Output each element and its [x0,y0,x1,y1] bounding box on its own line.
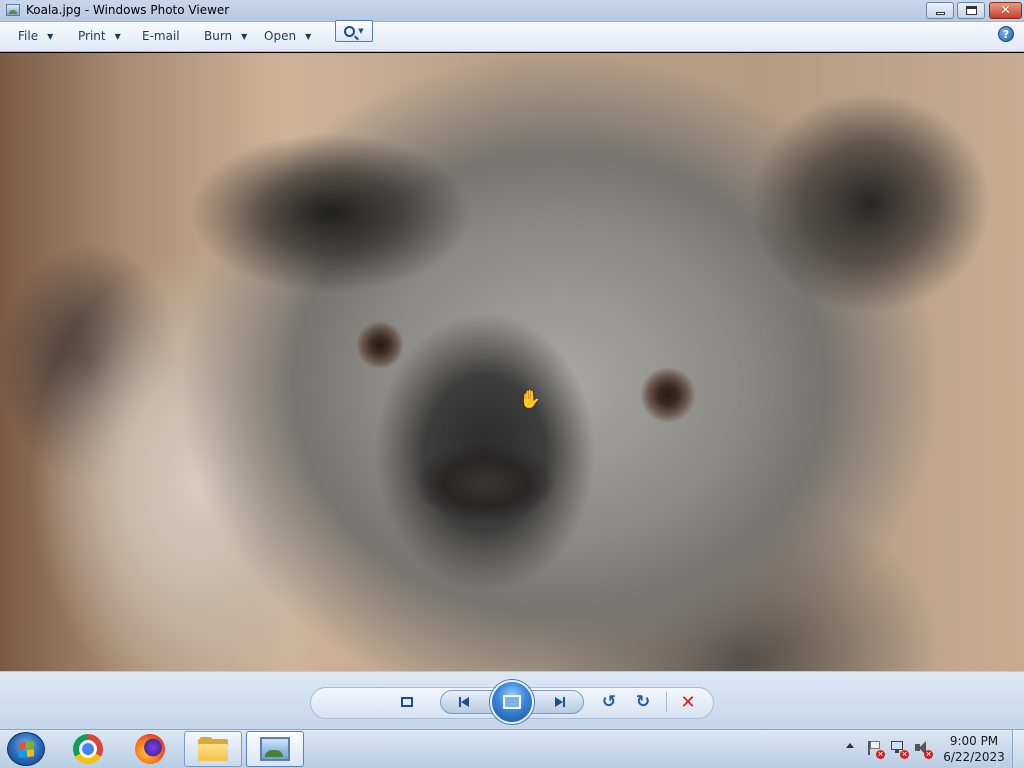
maximize-button[interactable] [957,2,985,19]
menu-print[interactable]: Print ▼ [78,29,121,43]
next-button[interactable] [548,692,572,712]
chevron-down-icon: ▼ [114,31,121,41]
start-button[interactable] [7,732,45,766]
restore-icon [965,6,977,15]
previous-button[interactable] [452,692,476,712]
slideshow-icon [503,695,521,709]
minimize-button[interactable] [926,2,954,19]
koala-photo[interactable]: ✋ [0,53,1024,671]
previous-icon [459,697,469,707]
menu-open-label: Open [264,29,297,43]
rotate-clockwise-icon: ↻ [635,692,651,712]
firefox-taskbar-button[interactable] [133,733,167,765]
minimize-icon [935,12,945,15]
close-icon: ✕ [1000,3,1011,18]
menu-email[interactable]: E-mail [142,29,180,43]
menu-file-label: File [18,29,39,43]
windows-start-icon [18,740,34,758]
chevron-down-icon: ▼ [358,27,364,35]
volume-muted-icon[interactable]: × [914,740,933,759]
file-explorer-icon [198,737,228,761]
show-desktop-button[interactable] [1012,730,1024,768]
network-icon[interactable]: × [890,740,909,759]
action-center-flag-icon[interactable]: × [866,740,885,759]
slideshow-button[interactable] [490,680,534,724]
menu-file[interactable]: File ▼ [18,29,53,43]
chrome-icon [73,734,103,764]
zoom-icon [344,25,356,37]
help-icon[interactable]: ? [998,26,1014,42]
rotate-counterclockwise-icon: ↺ [601,692,617,712]
clock-date: 6/22/2023 [943,750,1005,764]
file-explorer-taskbar-button[interactable] [184,731,242,767]
show-hidden-icons-arrow[interactable] [846,743,854,748]
menu-burn-label: Burn [204,29,233,43]
delete-button[interactable]: ✕ [679,691,697,713]
photo-viewer-app-icon [6,4,20,16]
rotate-clockwise-button[interactable]: ↻ [634,692,652,712]
window-title: Koala.jpg - Windows Photo Viewer [26,3,230,17]
chevron-down-icon: ▼ [241,31,248,41]
actual-size-icon [401,697,413,707]
photo-viewer-taskbar-button[interactable] [246,731,304,767]
zoom-button[interactable]: ▼ [335,20,373,42]
actual-size-button[interactable] [398,692,416,712]
menu-print-label: Print [78,29,106,43]
divider [666,692,667,712]
chrome-taskbar-button[interactable] [71,733,105,765]
delete-icon: ✕ [680,691,696,713]
chevron-down-icon: ▼ [305,31,312,41]
clock-time: 9:00 PM [949,734,999,748]
hand-icon: ✋ [519,389,542,410]
photo-viewer-icon [260,737,290,761]
chevron-down-icon: ▼ [47,31,54,41]
title-bar: Koala.jpg - Windows Photo Viewer [0,0,1024,22]
firefox-icon [135,734,165,764]
next-icon [555,697,565,707]
menu-bar: File ▼ Print ▼ E-mail Burn ▼ Open ▼ [0,22,1024,52]
menu-email-label: E-mail [142,29,180,43]
close-button[interactable]: ✕ [989,2,1022,19]
taskbar-clock[interactable]: 9:00 PM 6/22/2023 [940,733,1008,765]
rotate-counterclockwise-button[interactable]: ↺ [600,692,618,712]
menu-burn[interactable]: Burn ▼ [204,29,247,43]
menu-open[interactable]: Open ▼ [264,29,311,43]
